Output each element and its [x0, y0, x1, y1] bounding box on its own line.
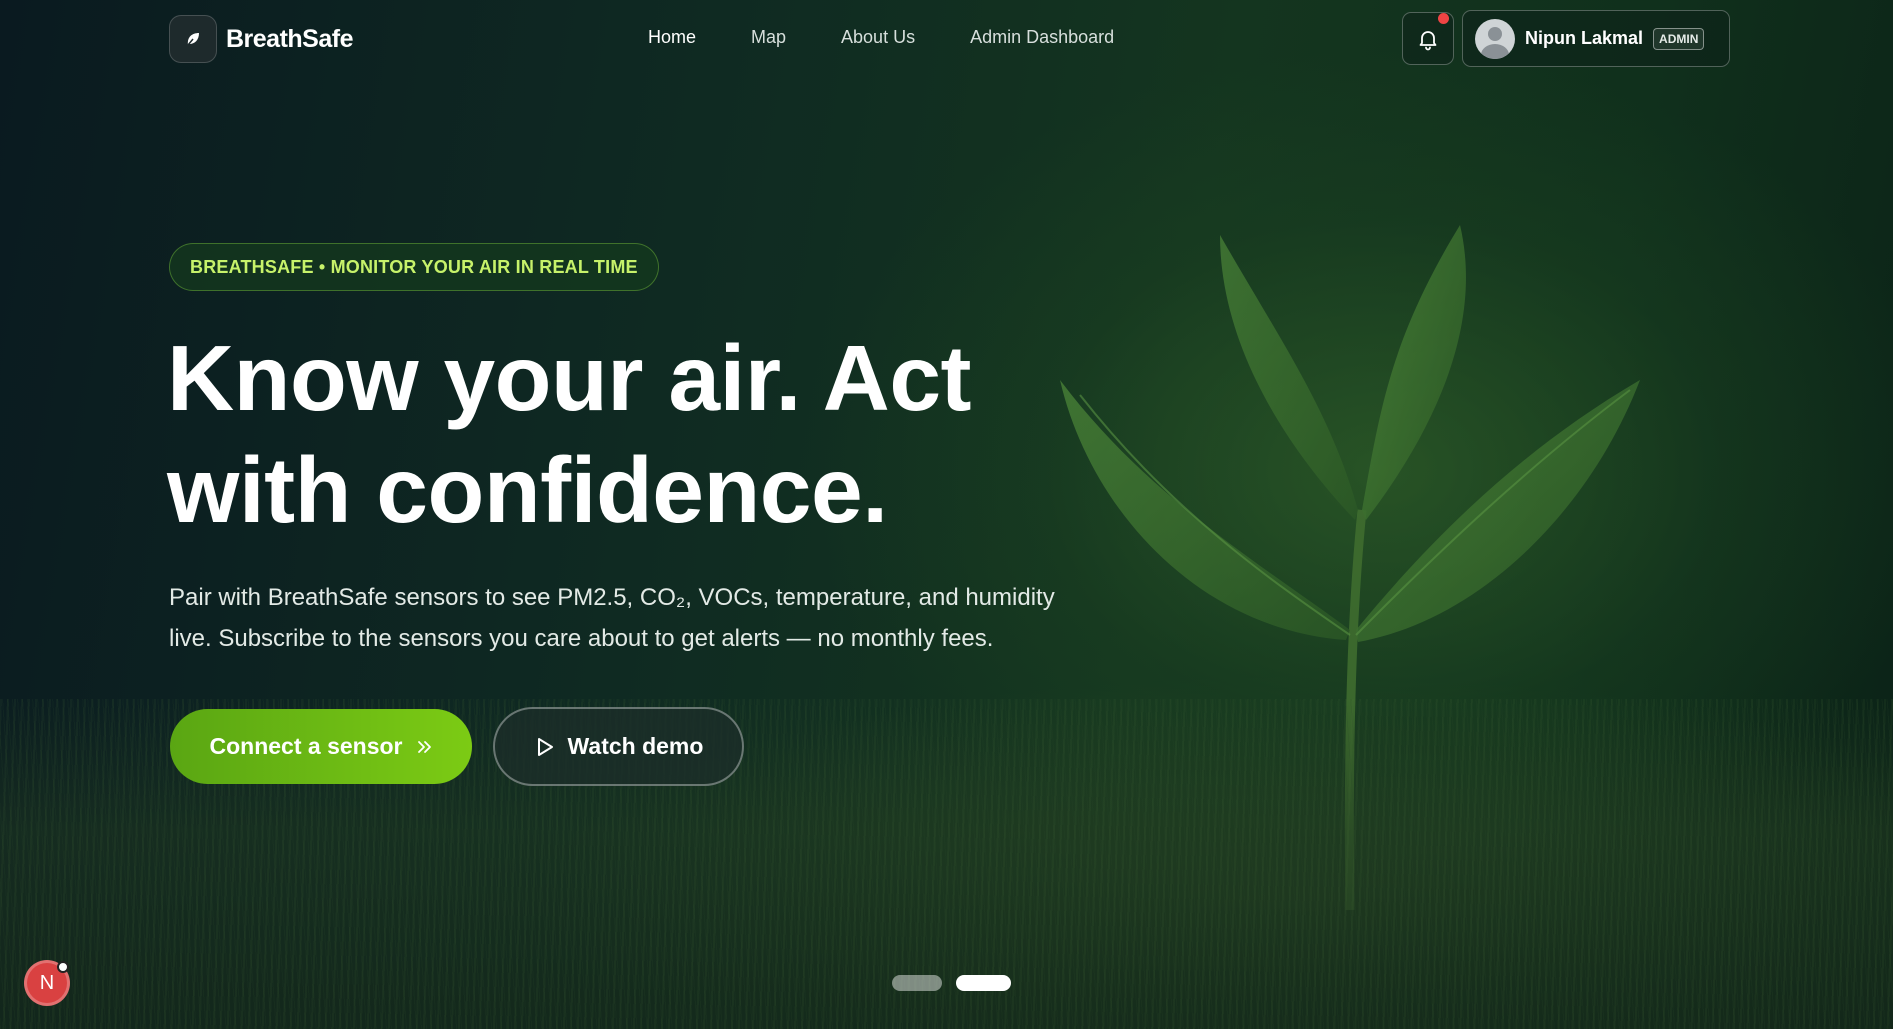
- watch-demo-label: Watch demo: [567, 733, 704, 759]
- nav-link-home[interactable]: Home: [648, 27, 696, 48]
- nav-link-admin-dashboard[interactable]: Admin Dashboard: [970, 27, 1114, 48]
- connect-sensor-label: Connect a sensor: [209, 733, 403, 759]
- hero-headline: Know your air. Act with confidence.: [167, 322, 1067, 546]
- nav-link-about-us[interactable]: About Us: [841, 27, 915, 48]
- subtext-line-2: live. Subscribe to the sensors you care …: [169, 625, 994, 652]
- carousel-indicators: [892, 975, 1011, 991]
- notification-dot: [1438, 13, 1449, 24]
- role-badge: ADMIN: [1653, 27, 1705, 50]
- connect-sensor-button[interactable]: Connect a sensor: [170, 709, 472, 784]
- main-nav: Home Map About Us Admin Dashboard: [648, 27, 1114, 48]
- avatar: [1475, 18, 1515, 59]
- headline-line-2: with confidence.: [167, 438, 888, 542]
- nav-link-map[interactable]: Map: [751, 27, 786, 48]
- headline-line-1: Know your air. Act: [167, 326, 972, 430]
- brand-name: BreathSafe: [226, 24, 354, 53]
- bell-icon: [1419, 30, 1437, 50]
- brand[interactable]: BreathSafe: [169, 15, 354, 63]
- dev-badge-status-dot: [57, 961, 69, 973]
- dev-tools-badge[interactable]: N: [24, 960, 70, 1006]
- carousel-dot-1[interactable]: [892, 975, 942, 991]
- top-navigation: BreathSafe Home Map About Us Admin Dashb…: [0, 0, 1893, 78]
- watch-demo-button[interactable]: Watch demo: [493, 707, 744, 786]
- leaf-logo-icon: [169, 15, 217, 63]
- subtext-line-1: Pair with BreathSafe sensors to see PM2.…: [169, 584, 1055, 611]
- notifications-button[interactable]: [1402, 12, 1454, 65]
- eyebrow-badge: BREATHSAFE • MONITOR YOUR AIR IN REAL TI…: [169, 243, 659, 291]
- play-icon: [537, 737, 553, 756]
- user-name: Nipun Lakmal: [1525, 28, 1644, 48]
- double-chevron-right-icon: [417, 740, 431, 753]
- user-menu-button[interactable]: Nipun Lakmal ADMIN: [1462, 10, 1730, 67]
- dev-badge-letter: N: [39, 971, 55, 994]
- hero-subtext: Pair with BreathSafe sensors to see PM2.…: [169, 577, 1109, 659]
- carousel-dot-2[interactable]: [956, 975, 1011, 991]
